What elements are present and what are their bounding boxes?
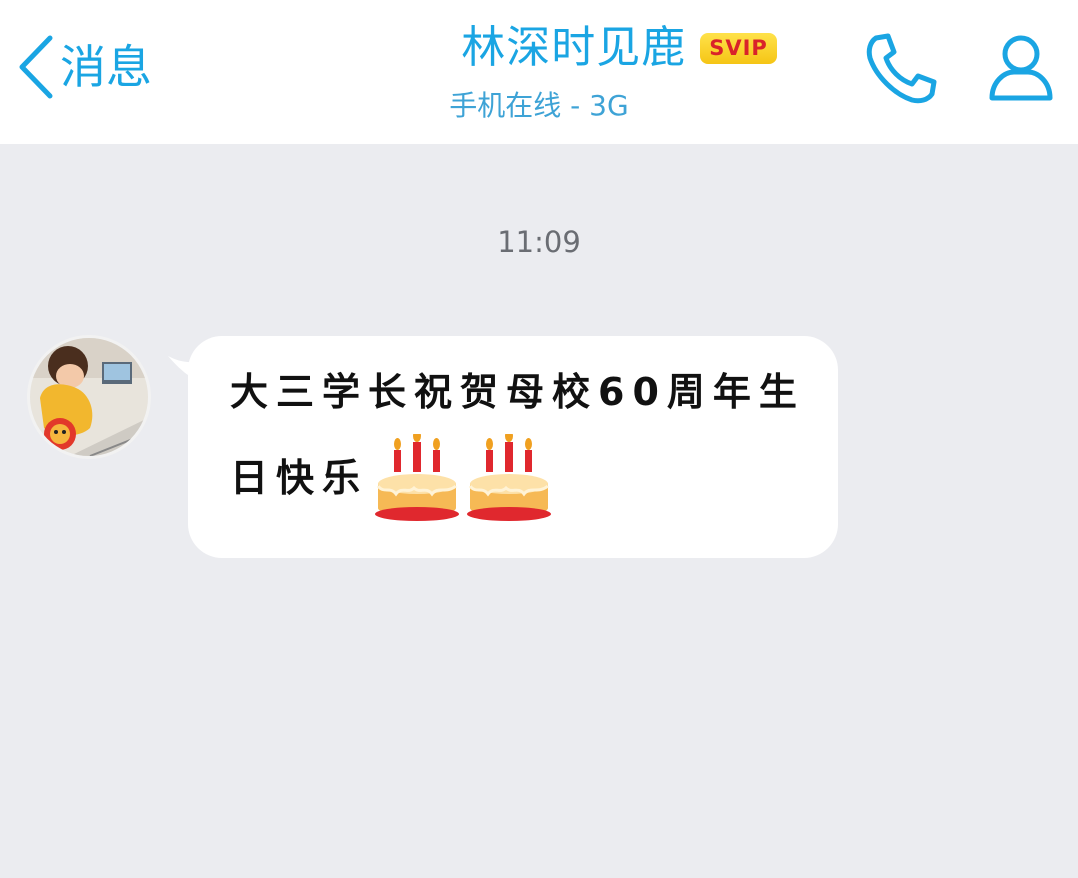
avatar[interactable] (27, 335, 151, 459)
person-icon (989, 35, 1053, 101)
phone-icon (866, 33, 937, 104)
message-timestamp: 11:09 (497, 225, 581, 259)
online-status-label: 手机在线 - 3G (449, 89, 629, 122)
birthday-cake-emoji (375, 434, 460, 521)
message-line-1: 大三学长祝贺母校60周年生 (230, 370, 805, 414)
contact-name[interactable]: 林深时见鹿 (461, 22, 686, 75)
message-text: 大三学长祝贺母校60周年生 日快乐 (230, 364, 810, 522)
call-button[interactable] (862, 30, 940, 108)
profile-button[interactable] (984, 30, 1058, 104)
avatar-photo (30, 338, 148, 456)
message-line-2-row: 日快乐 (230, 434, 810, 522)
chat-header: 消息 林深时见鹿 SVIP 手机在线 - 3G (0, 0, 1078, 144)
birthday-cake-emoji (467, 434, 552, 521)
message-bubble[interactable]: 大三学长祝贺母校60周年生 日快乐 (188, 336, 838, 558)
svip-badge: SVIP (700, 32, 777, 64)
message-line-2: 日快乐 (230, 456, 369, 500)
